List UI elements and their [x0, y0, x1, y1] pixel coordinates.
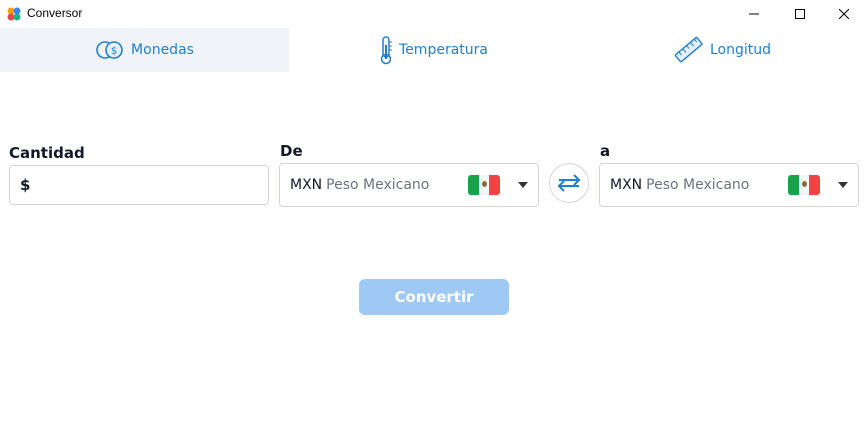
to-label: a — [600, 142, 611, 160]
to-currency-code: MXN — [610, 177, 643, 193]
tab-label: Temperatura — [399, 42, 488, 58]
tab-longitud[interactable]: Longitud — [578, 28, 867, 72]
amount-label: Cantidad — [9, 144, 85, 162]
tab-monedas[interactable]: $ Monedas — [0, 28, 289, 72]
coins-icon: $ — [96, 41, 123, 59]
from-currency-code: MXN — [290, 177, 323, 193]
swap-currencies-button[interactable] — [549, 163, 589, 203]
title-bar: Conversor — [0, 0, 867, 28]
mexico-flag-icon — [788, 175, 820, 195]
chevron-down-icon — [518, 182, 528, 188]
convert-button[interactable]: Convertir — [359, 279, 509, 315]
mexico-flag-icon — [468, 175, 500, 195]
amount-field[interactable]: $ — [9, 165, 269, 205]
swap-arrows-icon — [557, 174, 581, 192]
chevron-down-icon — [838, 182, 848, 188]
from-currency-select[interactable]: MXN Peso Mexicano — [279, 163, 539, 207]
to-currency-select[interactable]: MXN Peso Mexicano — [599, 163, 859, 207]
maximize-icon — [795, 9, 805, 19]
window-title: Conversor — [27, 6, 83, 20]
to-currency-name: Peso Mexicano — [646, 177, 750, 193]
tab-temperatura[interactable]: Temperatura — [289, 28, 578, 72]
minimize-icon — [749, 13, 759, 15]
amount-input[interactable] — [34, 169, 268, 201]
from-label: De — [280, 142, 303, 160]
tab-label: Longitud — [709, 42, 772, 58]
currency-prefix: $ — [20, 176, 31, 194]
tab-bar: $ Monedas Temperatura Longitud — [0, 28, 867, 72]
svg-text:$: $ — [111, 46, 117, 57]
thermometer-icon — [380, 36, 393, 65]
close-button[interactable] — [821, 0, 867, 28]
minimize-button[interactable] — [731, 0, 777, 28]
ruler-icon — [674, 36, 703, 63]
maximize-button[interactable] — [777, 0, 823, 28]
tab-label: Monedas — [131, 42, 194, 58]
app-logo-icon — [7, 7, 21, 21]
close-icon — [839, 9, 849, 19]
from-currency-name: Peso Mexicano — [326, 177, 430, 193]
